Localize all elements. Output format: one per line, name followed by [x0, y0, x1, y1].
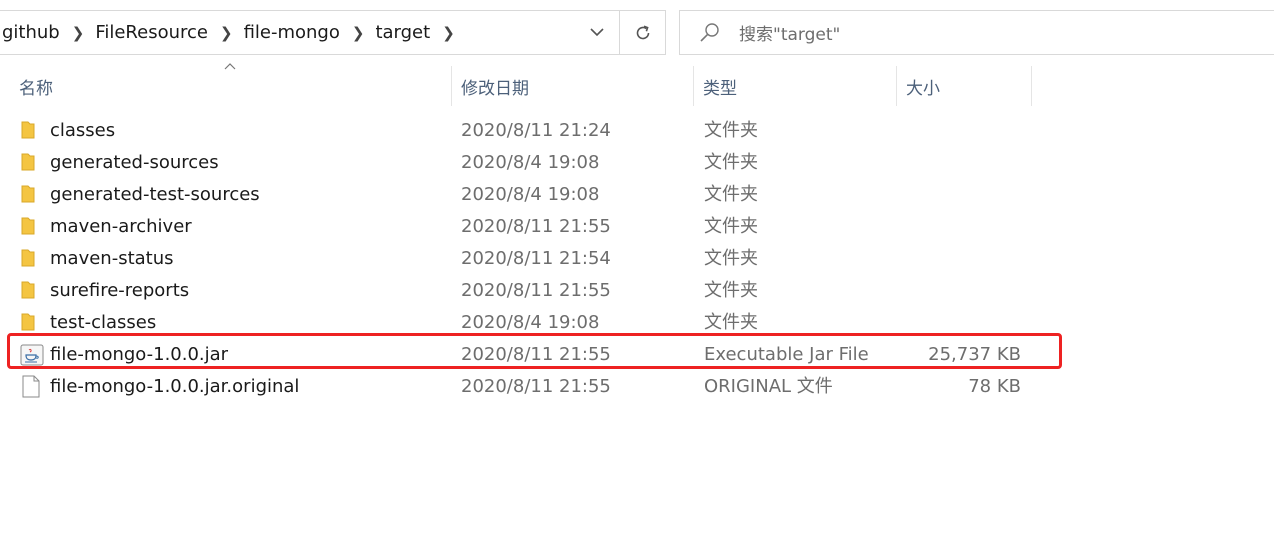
refresh-icon	[636, 24, 649, 39]
breadcrumb-file-mongo[interactable]: file-mongo	[242, 22, 342, 43]
list-item[interactable]: maven-archiver 2020/8/11 21:55 文件夹	[0, 211, 1274, 243]
file-name: classes	[50, 120, 116, 141]
file-name: surefire-reports	[50, 280, 190, 301]
file-date: 2020/8/4 19:08	[461, 152, 600, 173]
column-size[interactable]: 大小	[897, 66, 1032, 106]
file-date: 2020/8/11 21:55	[461, 280, 611, 301]
file-size: 78 KB	[968, 376, 1021, 397]
search-input[interactable]: 搜索"target"	[739, 20, 840, 45]
chevron-right-icon[interactable]: ❯	[352, 24, 365, 42]
list-item[interactable]: classes 2020/8/11 21:24 文件夹	[0, 115, 1274, 147]
breadcrumb-fileresource[interactable]: FileResource	[93, 22, 210, 43]
list-item[interactable]: file-mongo-1.0.0.jar 2020/8/11 21:55 Exe…	[0, 339, 1274, 371]
folder-icon	[21, 249, 35, 267]
chevron-right-icon[interactable]: ❯	[220, 24, 233, 42]
file-name: generated-test-sources	[50, 184, 260, 205]
folder-icon	[21, 185, 35, 203]
list-item[interactable]: file-mongo-1.0.0.jar.original 2020/8/11 …	[0, 371, 1274, 403]
chevron-right-icon[interactable]: ❯	[442, 24, 455, 42]
file-date: 2020/8/4 19:08	[461, 312, 600, 333]
folder-icon	[21, 281, 35, 299]
folder-icon	[21, 313, 35, 331]
column-date[interactable]: 修改日期	[452, 66, 694, 106]
list-item[interactable]: generated-sources 2020/8/4 19:08 文件夹	[0, 147, 1274, 179]
jar-file-icon	[20, 344, 44, 366]
file-type: 文件夹	[704, 280, 758, 301]
folder-icon	[21, 121, 35, 139]
file-type: 文件夹	[704, 248, 758, 269]
column-date-label: 修改日期	[461, 78, 529, 99]
refresh-button[interactable]	[620, 10, 666, 55]
chevron-down-icon	[590, 28, 604, 37]
file-type: Executable Jar File	[704, 344, 869, 365]
file-list: classes 2020/8/11 21:24 文件夹 generated-so…	[0, 115, 1274, 403]
list-item[interactable]: generated-test-sources 2020/8/4 19:08 文件…	[0, 179, 1274, 211]
list-item[interactable]: maven-status 2020/8/11 21:54 文件夹	[0, 243, 1274, 275]
file-date: 2020/8/4 19:08	[461, 184, 600, 205]
address-bar[interactable]: github ❯ FileResource ❯ file-mongo ❯ tar…	[0, 10, 620, 55]
folder-icon	[21, 217, 35, 235]
file-type: 文件夹	[704, 152, 758, 173]
column-name[interactable]: 名称	[10, 66, 452, 106]
search-icon	[699, 22, 721, 44]
list-item[interactable]: surefire-reports 2020/8/11 21:55 文件夹	[0, 275, 1274, 307]
breadcrumb: github ❯ FileResource ❯ file-mongo ❯ tar…	[0, 22, 619, 43]
file-date: 2020/8/11 21:24	[461, 120, 611, 141]
blank-file-icon	[22, 375, 40, 398]
file-date: 2020/8/11 21:55	[461, 376, 611, 397]
address-dropdown-button[interactable]	[575, 11, 619, 54]
file-name: test-classes	[50, 312, 157, 333]
file-name: maven-archiver	[50, 216, 192, 237]
column-name-label: 名称	[19, 78, 53, 99]
file-type: 文件夹	[704, 120, 758, 141]
breadcrumb-target[interactable]: target	[373, 22, 432, 43]
file-type: 文件夹	[704, 312, 758, 333]
file-type: ORIGINAL 文件	[704, 376, 833, 397]
file-type: 文件夹	[704, 184, 758, 205]
file-date: 2020/8/11 21:55	[461, 216, 611, 237]
column-type-label: 类型	[703, 78, 737, 99]
file-size: 25,737 KB	[928, 344, 1021, 365]
column-size-label: 大小	[906, 78, 940, 99]
chevron-right-icon[interactable]: ❯	[72, 24, 85, 42]
file-name: maven-status	[50, 248, 174, 269]
list-item[interactable]: test-classes 2020/8/4 19:08 文件夹	[0, 307, 1274, 339]
file-name: file-mongo-1.0.0.jar.original	[50, 376, 300, 397]
file-name: generated-sources	[50, 152, 219, 173]
file-date: 2020/8/11 21:55	[461, 344, 611, 365]
column-type[interactable]: 类型	[694, 66, 897, 106]
breadcrumb-github[interactable]: github	[0, 22, 62, 43]
column-header: 名称 修改日期 类型 大小	[0, 63, 1274, 106]
file-type: 文件夹	[704, 216, 758, 237]
folder-icon	[21, 153, 35, 171]
file-date: 2020/8/11 21:54	[461, 248, 611, 269]
search-box[interactable]: 搜索"target"	[679, 10, 1274, 55]
file-name: file-mongo-1.0.0.jar	[50, 344, 229, 365]
